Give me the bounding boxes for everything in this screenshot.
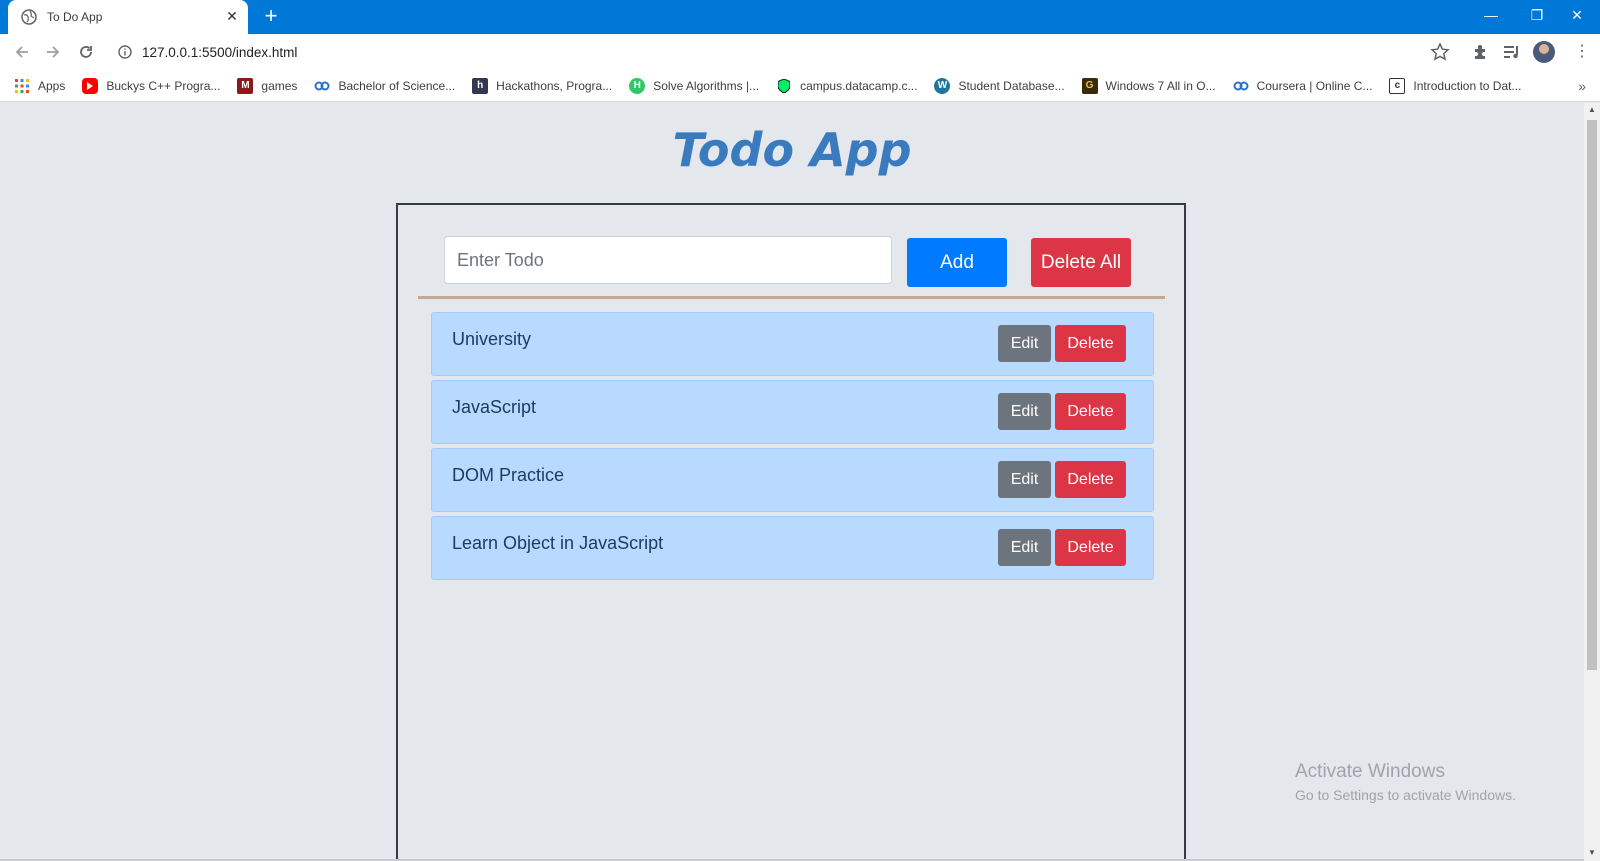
extensions-icon[interactable] xyxy=(1471,42,1491,62)
bookmark-label: Buckys C++ Progra... xyxy=(106,78,221,93)
url-text: 127.0.0.1:5500/index.html xyxy=(142,44,298,60)
info-icon[interactable] xyxy=(118,45,132,59)
bookmark-label: Bachelor of Science... xyxy=(338,78,456,93)
bookmark-star-icon[interactable] xyxy=(1430,42,1450,62)
globe-icon xyxy=(21,9,37,25)
todo-item: Learn Object in JavaScript Edit Delete xyxy=(431,516,1154,580)
bookmark-introduction[interactable]: c Introduction to Dat... xyxy=(1389,77,1522,94)
activate-windows-watermark: Activate Windows Go to Settings to activ… xyxy=(1295,761,1516,803)
add-button[interactable]: Add xyxy=(907,238,1007,287)
bookmarks-bar: Apps Buckys C++ Progra... M games Bachel… xyxy=(0,70,1600,102)
todo-item: JavaScript Edit Delete xyxy=(431,380,1154,444)
bookmark-label: Solve Algorithms |... xyxy=(653,78,760,93)
datacamp-icon xyxy=(776,78,792,94)
page-scrollbar[interactable]: ▲ ▼ xyxy=(1584,103,1600,861)
browser-title-bar: To Do App ✕ + — ❐ ✕ xyxy=(0,0,1600,34)
hackerrank-icon: H xyxy=(629,77,646,94)
profile-avatar[interactable] xyxy=(1533,41,1555,63)
coursera-icon xyxy=(1233,78,1249,94)
bookmark-coursera[interactable]: Coursera | Online C... xyxy=(1233,78,1373,94)
page-viewport: Todo App Add Delete All University Edit … xyxy=(0,103,1584,861)
todo-item: DOM Practice Edit Delete xyxy=(431,448,1154,512)
scrollbar-thumb[interactable] xyxy=(1587,120,1597,670)
watermark-title: Activate Windows xyxy=(1295,761,1445,782)
delete-all-button[interactable]: Delete All xyxy=(1031,238,1131,287)
wordpress-icon: W xyxy=(934,77,951,94)
reload-icon[interactable] xyxy=(74,40,98,64)
bookmark-bachelor[interactable]: Bachelor of Science... xyxy=(314,78,455,94)
bookmark-windows7[interactable]: G Windows 7 All in O... xyxy=(1081,77,1216,94)
todo-list: University Edit Delete JavaScript Edit D… xyxy=(431,312,1154,584)
delete-button[interactable]: Delete xyxy=(1055,529,1126,566)
todo-text: DOM Practice xyxy=(452,465,565,485)
bookmark-label: Windows 7 All in O... xyxy=(1105,78,1216,93)
scroll-up-icon[interactable]: ▲ xyxy=(1588,106,1596,114)
forward-arrow-icon[interactable] xyxy=(41,40,65,64)
back-arrow-icon[interactable] xyxy=(10,40,34,64)
coursera-icon xyxy=(314,78,330,94)
minimize-button[interactable]: — xyxy=(1468,0,1514,30)
bookmark-label: Apps xyxy=(38,78,66,93)
window-close-button[interactable]: ✕ xyxy=(1554,0,1600,30)
bookmark-label: campus.datacamp.c... xyxy=(800,78,918,93)
edit-button[interactable]: Edit xyxy=(998,461,1051,498)
browser-tab[interactable]: To Do App ✕ xyxy=(8,0,248,34)
youtube-icon xyxy=(82,77,99,94)
bookmark-datacamp[interactable]: campus.datacamp.c... xyxy=(776,78,917,94)
page-title: Todo App xyxy=(672,123,912,177)
doc-icon: c xyxy=(1389,77,1406,94)
browser-toolbar: 127.0.0.1:5500/index.html ⋮ xyxy=(0,34,1600,70)
bookmarks-overflow-icon[interactable]: » xyxy=(1578,78,1586,94)
edit-button[interactable]: Edit xyxy=(998,325,1051,362)
bookmark-label: Coursera | Online C... xyxy=(1256,78,1373,93)
bookmark-apps[interactable]: Apps xyxy=(14,78,65,94)
g-icon: G xyxy=(1081,77,1098,94)
close-icon[interactable]: ✕ xyxy=(224,8,240,24)
bookmark-label: Introduction to Dat... xyxy=(1413,78,1522,93)
hackerearth-icon: h xyxy=(472,77,489,94)
todo-text: University xyxy=(452,329,532,349)
bookmark-label: games xyxy=(261,78,298,93)
bookmark-label: Hackathons, Progra... xyxy=(496,78,613,93)
todo-item: University Edit Delete xyxy=(431,312,1154,376)
new-tab-button[interactable]: + xyxy=(260,5,282,27)
bookmark-hackathons[interactable]: h Hackathons, Progra... xyxy=(472,77,613,94)
apps-grid-icon xyxy=(14,78,30,94)
games-icon: M xyxy=(237,77,254,94)
delete-button[interactable]: Delete xyxy=(1055,393,1126,430)
bookmark-buckys[interactable]: Buckys C++ Progra... xyxy=(82,77,221,94)
todo-input[interactable] xyxy=(444,236,892,284)
delete-button[interactable]: Delete xyxy=(1055,325,1126,362)
bookmark-student-database[interactable]: W Student Database... xyxy=(934,77,1065,94)
edit-button[interactable]: Edit xyxy=(998,393,1051,430)
watermark-subtitle: Go to Settings to activate Windows. xyxy=(1295,787,1516,803)
divider xyxy=(418,296,1165,299)
bookmark-games[interactable]: M games xyxy=(237,77,298,94)
bookmark-label: Student Database... xyxy=(958,78,1065,93)
browser-menu-icon[interactable]: ⋮ xyxy=(1572,42,1592,62)
edit-button[interactable]: Edit xyxy=(998,529,1051,566)
media-control-icon[interactable] xyxy=(1502,42,1522,62)
bookmark-solve-algorithms[interactable]: H Solve Algorithms |... xyxy=(629,77,760,94)
delete-button[interactable]: Delete xyxy=(1055,461,1126,498)
todo-card: Add Delete All University Edit Delete Ja… xyxy=(396,203,1186,861)
address-bar[interactable]: 127.0.0.1:5500/index.html xyxy=(108,38,1468,66)
todo-text: Learn Object in JavaScript xyxy=(452,533,664,553)
tab-title: To Do App xyxy=(47,10,103,24)
scroll-down-icon[interactable]: ▼ xyxy=(1588,849,1596,857)
todo-text: JavaScript xyxy=(452,397,537,417)
